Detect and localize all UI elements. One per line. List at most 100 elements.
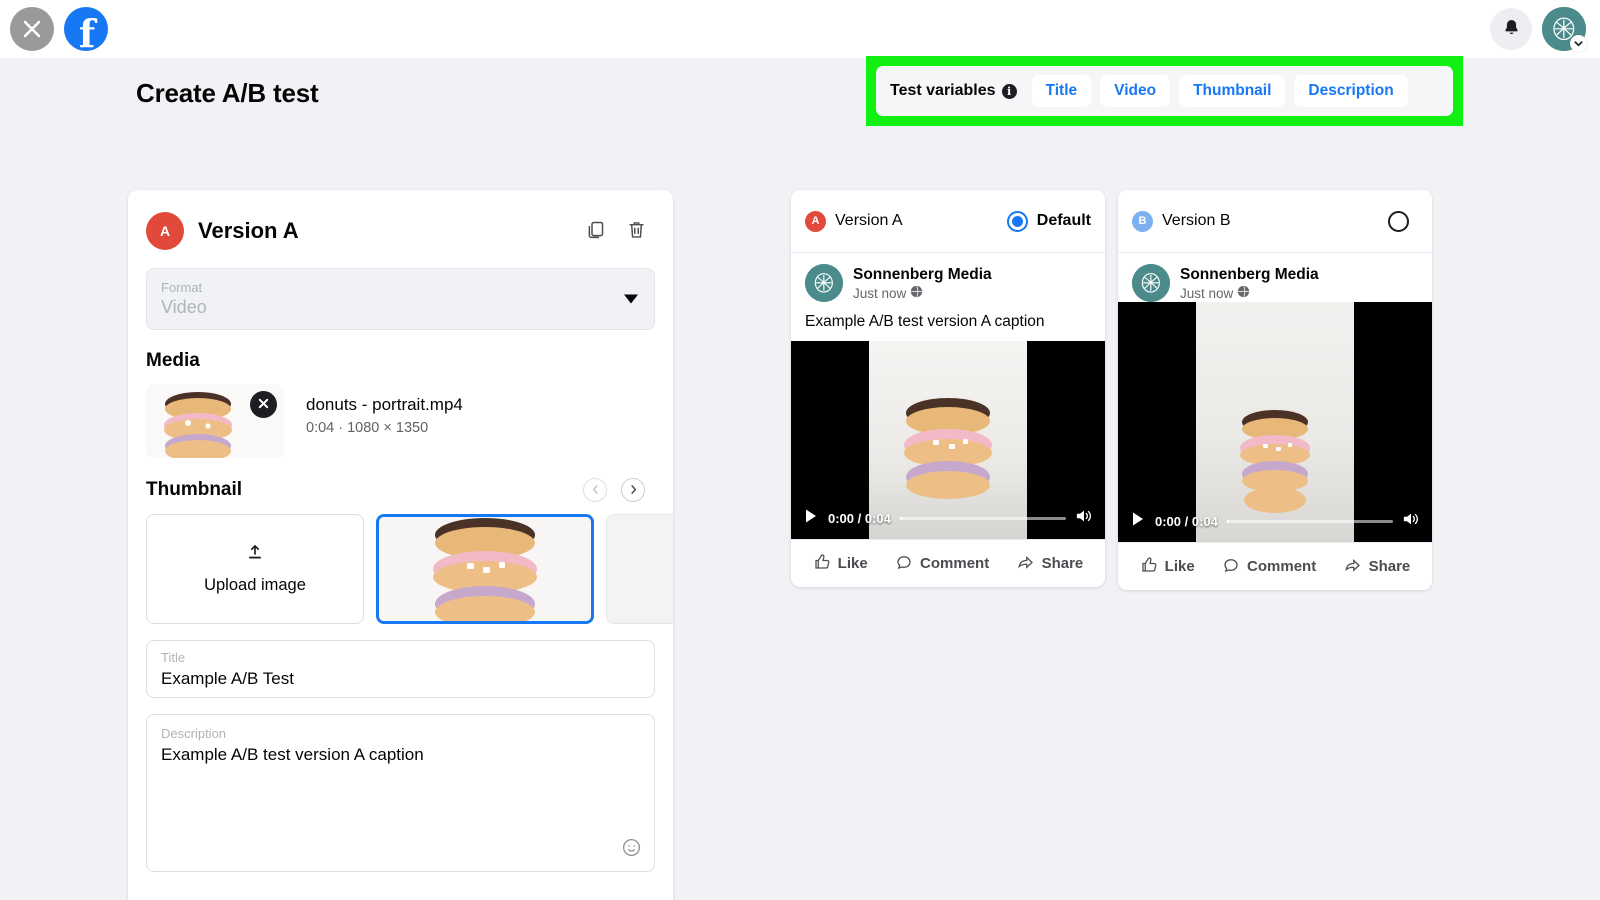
comment-label: Comment <box>1247 558 1316 575</box>
chevron-down-icon <box>1570 35 1587 52</box>
preview-a-version-label: Version A <box>835 212 903 230</box>
facebook-logo-icon: f <box>64 7 108 51</box>
upload-image-tile[interactable]: Upload image <box>146 514 364 624</box>
preview-a-actions: Like Comment Share <box>791 539 1105 587</box>
test-variables-label: Test variables i <box>890 82 1017 100</box>
thumbnail-section-header: Thumbnail <box>146 478 655 502</box>
title-field[interactable]: Title Example A/B Test <box>146 640 655 698</box>
preview-b-video-controls: 0:00 / 0:04 <box>1118 511 1432 532</box>
thumbnail-options-row: Upload image <box>146 514 655 624</box>
preview-b-time-text: Just now <box>1180 286 1233 301</box>
test-variable-pill-title[interactable]: Title <box>1032 75 1092 107</box>
comment-icon <box>1222 556 1240 578</box>
upload-icon <box>245 543 265 568</box>
thumbnail-prev-button[interactable] <box>583 478 607 502</box>
version-a-editor-card: A Version A <box>128 190 673 900</box>
like-label: Like <box>838 555 868 572</box>
like-label: Like <box>1165 558 1195 575</box>
media-thumbnail[interactable] <box>146 384 284 458</box>
preview-b-default-radio[interactable] <box>1388 211 1418 232</box>
share-button[interactable]: Share <box>1344 556 1411 578</box>
preview-a-header: A Version A Default <box>791 190 1105 253</box>
duplicate-version-button[interactable] <box>583 217 608 245</box>
preview-b-video-time: 0:00 / 0:04 <box>1155 514 1218 529</box>
remove-media-button[interactable] <box>250 391 277 418</box>
trash-icon <box>626 219 647 243</box>
comment-icon <box>895 553 913 575</box>
format-select[interactable]: Format Video <box>146 268 655 330</box>
thumbnail-next-button[interactable] <box>621 478 645 502</box>
play-icon[interactable] <box>803 508 819 529</box>
preview-a-video[interactable]: 0:00 / 0:04 <box>791 341 1105 539</box>
avatar <box>805 264 843 302</box>
test-variables-bar: Test variables i Title Video Thumbnail D… <box>876 66 1453 116</box>
thumbs-up-icon <box>1140 556 1158 578</box>
version-a-badge: A <box>146 212 184 250</box>
preview-a-author-row: Sonnenberg Media Just now <box>791 253 1105 302</box>
radio-unselected-icon <box>1388 211 1409 232</box>
emoji-picker-button[interactable] <box>621 837 642 861</box>
radio-selected-icon <box>1007 211 1028 232</box>
preview-b-video-progress[interactable] <box>1227 520 1393 523</box>
preview-a-timestamp: Just now <box>853 285 992 301</box>
test-variable-pill-thumbnail[interactable]: Thumbnail <box>1179 75 1285 107</box>
preview-a-badge: A <box>805 211 826 232</box>
test-variables-text: Test variables <box>890 82 996 100</box>
preview-b-header: B Version B <box>1118 190 1432 253</box>
thumbnail-option-selected[interactable] <box>376 514 594 624</box>
volume-icon[interactable] <box>1402 511 1420 532</box>
preview-a-video-time: 0:00 / 0:04 <box>828 511 891 526</box>
comment-label: Comment <box>920 555 989 572</box>
media-file-meta: 0:04 · 1080 × 1350 <box>306 420 463 436</box>
comment-button[interactable]: Comment <box>895 553 989 575</box>
close-icon <box>257 397 270 413</box>
page-title: Create A/B test <box>136 78 318 109</box>
globe-icon <box>910 285 923 301</box>
info-icon[interactable]: i <box>1002 84 1017 99</box>
share-label: Share <box>1369 558 1411 575</box>
test-variable-pill-description[interactable]: Description <box>1294 75 1407 107</box>
preview-a-author-name: Sonnenberg Media <box>853 265 992 284</box>
copy-icon <box>585 219 606 243</box>
preview-b-version-label: Version B <box>1162 212 1230 230</box>
top-bar: f <box>0 0 1600 58</box>
avatar <box>1132 264 1170 302</box>
media-metadata: donuts - portrait.mp4 0:04 · 1080 × 1350 <box>306 384 463 436</box>
description-field-value: Example A/B test version A caption <box>161 745 640 765</box>
preview-a-video-controls: 0:00 / 0:04 <box>791 508 1105 529</box>
share-label: Share <box>1042 555 1084 572</box>
bell-icon <box>1502 18 1521 40</box>
media-section-title: Media <box>146 350 655 372</box>
thumbnail-option-next[interactable] <box>606 514 673 624</box>
globe-icon <box>1237 285 1250 301</box>
preview-a-caption: Example A/B test version A caption <box>791 302 1105 341</box>
like-button[interactable]: Like <box>813 553 868 575</box>
share-button[interactable]: Share <box>1017 553 1084 575</box>
preview-b-video-frame <box>1196 302 1354 542</box>
preview-a-default-label: Default <box>1037 212 1091 230</box>
preview-a-video-progress[interactable] <box>900 517 1066 520</box>
preview-b-author-meta: Sonnenberg Media Just now <box>1180 265 1319 301</box>
like-button[interactable]: Like <box>1140 556 1195 578</box>
description-field[interactable]: Description Example A/B test version A c… <box>146 714 655 872</box>
media-file-name: donuts - portrait.mp4 <box>306 394 463 417</box>
account-avatar-button[interactable] <box>1542 7 1586 51</box>
play-icon[interactable] <box>1130 511 1146 532</box>
thumbnail-carousel-arrows <box>583 478 655 502</box>
preview-b-badge: B <box>1132 211 1153 232</box>
share-icon <box>1017 553 1035 575</box>
thumbnail-section-title: Thumbnail <box>146 479 242 501</box>
volume-icon[interactable] <box>1075 508 1093 529</box>
notifications-button[interactable] <box>1490 8 1532 50</box>
chevron-right-icon <box>628 483 639 498</box>
format-value: Video <box>161 296 640 319</box>
comment-button[interactable]: Comment <box>1222 556 1316 578</box>
delete-version-button[interactable] <box>624 217 649 245</box>
upload-image-label: Upload image <box>204 576 306 595</box>
title-field-label: Title <box>161 649 640 667</box>
preview-b-video[interactable]: 0:00 / 0:04 <box>1118 302 1432 542</box>
preview-a-default-radio[interactable]: Default <box>1007 211 1091 232</box>
version-a-title: Version A <box>198 218 299 244</box>
close-button[interactable] <box>10 7 54 51</box>
test-variable-pill-video[interactable]: Video <box>1100 75 1170 107</box>
